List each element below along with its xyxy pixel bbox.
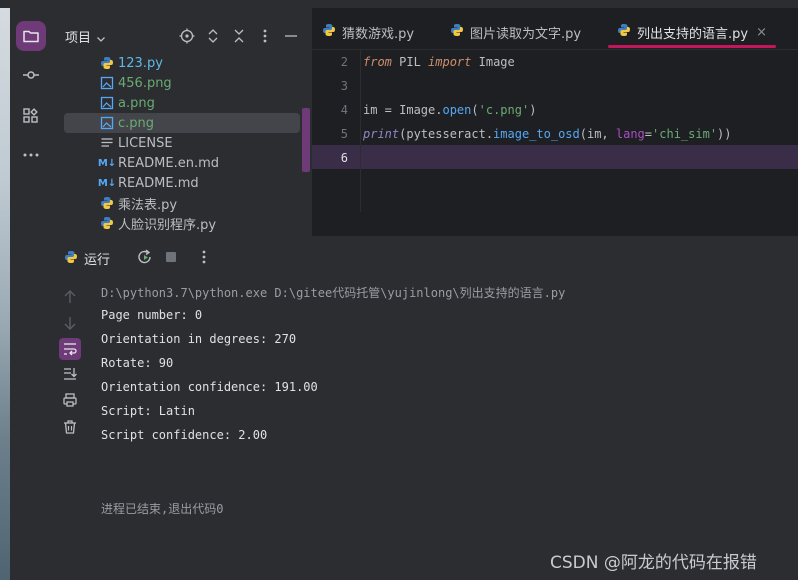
file-name: README.md <box>118 175 199 191</box>
expand-all-icon[interactable] <box>205 28 221 44</box>
code-line[interactable]: from PIL import Image <box>363 55 515 69</box>
output-line: Page number: 0 <box>101 308 203 322</box>
file-item[interactable]: 123.py <box>64 53 300 73</box>
activity-bar <box>10 8 52 580</box>
python-file-icon <box>100 196 114 210</box>
tab-label: 猜数游戏.py <box>342 26 415 42</box>
line-number: 5 <box>340 127 348 141</box>
code-line[interactable]: print(pytesseract.image_to_osd(im, lang=… <box>363 127 732 141</box>
python-file-icon <box>64 249 78 268</box>
output-line: Script: Latin <box>101 404 195 418</box>
file-name: 456.png <box>118 75 172 91</box>
scrollbar[interactable] <box>302 108 310 172</box>
editor-tabs: 猜数游戏.py 图片读取为文字.py 列出支持的语言.py × <box>312 8 798 50</box>
editor: 猜数游戏.py 图片读取为文字.py 列出支持的语言.py × 2 3 4 5 … <box>312 8 798 236</box>
tab-image-to-text[interactable]: 图片读取为文字.py <box>450 22 581 42</box>
python-file-icon <box>100 56 114 70</box>
file-item[interactable]: a.png <box>64 93 300 113</box>
output-line: Orientation confidence: 191.00 <box>101 380 318 394</box>
commit-icon[interactable] <box>16 60 46 90</box>
output-line: D:\python3.7\python.exe D:\gitee代码托管\yuj… <box>101 286 566 300</box>
python-file-icon <box>100 216 114 230</box>
file-item[interactable]: M↓ README.en.md <box>64 153 300 173</box>
options-icon[interactable] <box>257 28 273 44</box>
minimize-icon[interactable] <box>283 28 299 44</box>
image-file-icon <box>100 116 114 130</box>
run-header: 运行 <box>52 236 798 276</box>
soft-wrap-icon[interactable] <box>59 338 81 360</box>
file-name: LICENSE <box>118 135 173 151</box>
file-item-selected[interactable]: c.png <box>64 113 300 133</box>
output-line: Orientation in degrees: 270 <box>101 332 297 346</box>
line-number: 4 <box>340 103 348 117</box>
more-icon[interactable] <box>16 140 46 170</box>
file-name: 123.py <box>118 55 163 71</box>
print-icon[interactable] <box>61 391 79 409</box>
file-name: c.png <box>118 115 155 131</box>
project-panel: 项目 123.py 456.png a.png c.png LICENSE M↓… <box>52 8 312 236</box>
python-file-icon <box>322 23 336 41</box>
file-name: a.png <box>118 95 155 111</box>
folder-icon[interactable] <box>16 21 46 51</box>
process-exit-line: 进程已结束,退出代码0 <box>101 502 224 516</box>
tab-label: 图片读取为文字.py <box>470 26 582 42</box>
tab-list-languages[interactable]: 列出支持的语言.py × <box>617 22 767 42</box>
file-item[interactable]: 456.png <box>64 73 300 93</box>
file-item[interactable]: LICENSE <box>64 133 300 153</box>
file-name: 人脸识别程序.py <box>118 217 217 233</box>
run-panel: 运行 D:\python3.7\python.exe D:\gitee代码托管\… <box>52 236 798 580</box>
image-file-icon <box>100 96 114 110</box>
gutter-separator <box>360 50 361 212</box>
tab-guess-game[interactable]: 猜数游戏.py <box>322 22 414 42</box>
arrow-down-icon[interactable] <box>61 314 79 332</box>
project-header: 项目 <box>52 8 312 46</box>
active-tab-indicator <box>608 45 776 48</box>
stop-icon[interactable] <box>162 248 180 266</box>
line-number: 2 <box>340 55 348 69</box>
file-item[interactable]: 乘法表.py <box>64 193 300 213</box>
chevron-down-icon[interactable] <box>96 29 106 48</box>
close-icon[interactable]: × <box>756 25 767 40</box>
run-title[interactable]: 运行 <box>84 249 110 268</box>
python-file-icon <box>450 23 464 41</box>
text-file-icon <box>100 136 114 150</box>
trash-icon[interactable] <box>61 418 79 436</box>
line-number: 6 <box>340 151 348 165</box>
title-bar <box>0 0 798 8</box>
output-line: Script confidence: 2.00 <box>101 428 268 442</box>
desktop-wallpaper <box>0 8 10 580</box>
rerun-icon[interactable] <box>136 248 154 266</box>
file-name: 乘法表.py <box>118 197 178 213</box>
structure-icon[interactable] <box>16 101 46 131</box>
locate-icon[interactable] <box>179 28 195 44</box>
line-number: 3 <box>340 79 348 93</box>
tab-label: 列出支持的语言.py <box>637 26 749 42</box>
markdown-file-icon: M↓ <box>97 157 117 169</box>
output-line: Rotate: 90 <box>101 356 174 370</box>
project-title[interactable]: 项目 <box>65 27 91 46</box>
scroll-to-end-icon[interactable] <box>61 365 79 383</box>
current-line-highlight <box>312 145 798 169</box>
code-line[interactable]: im = Image.open('c.png') <box>363 103 536 117</box>
file-item[interactable]: M↓ README.md <box>64 173 300 193</box>
watermark: CSDN @阿龙的代码在报错 <box>550 553 757 573</box>
collapse-all-icon[interactable] <box>231 28 247 44</box>
options-icon[interactable] <box>195 248 213 266</box>
file-item[interactable]: 人脸识别程序.py <box>64 213 300 233</box>
python-file-icon <box>617 23 631 41</box>
image-file-icon <box>100 76 114 90</box>
file-name: README.en.md <box>118 155 219 171</box>
arrow-up-icon[interactable] <box>61 288 79 306</box>
markdown-file-icon: M↓ <box>97 177 117 189</box>
